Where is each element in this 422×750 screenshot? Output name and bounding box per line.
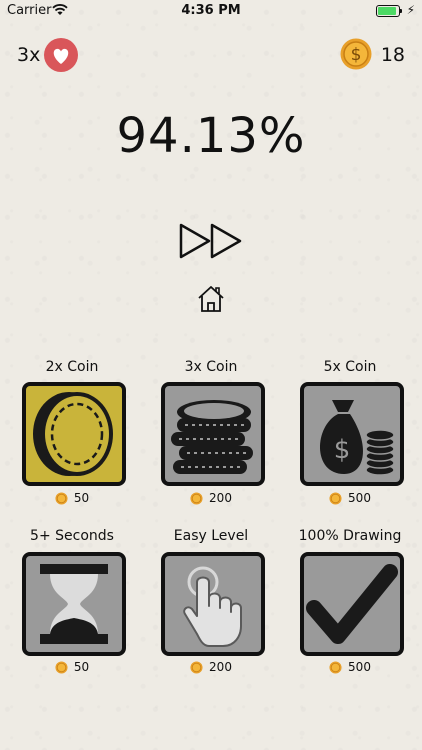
coin-icon xyxy=(190,492,203,505)
price-value: 50 xyxy=(73,491,90,505)
battery-icon xyxy=(376,5,402,17)
shop-item-100-drawing[interactable] xyxy=(300,552,404,656)
price-easy-level: 200 xyxy=(161,660,261,674)
coin-icon xyxy=(55,492,68,505)
price-2x-coin: 50 xyxy=(22,491,122,505)
price-5-seconds: 50 xyxy=(22,660,122,674)
price-value: 200 xyxy=(209,491,232,505)
coin-icon xyxy=(329,492,342,505)
price-3x-coin: 200 xyxy=(161,491,261,505)
svg-text:$: $ xyxy=(334,435,351,465)
item-label-5x-coin: 5x Coin xyxy=(323,359,377,375)
charging-icon: ⚡ xyxy=(406,3,415,17)
price-value: 500 xyxy=(348,491,371,505)
svg-text:$: $ xyxy=(351,45,362,65)
heart-icon[interactable] xyxy=(44,38,78,72)
gold-coin-icon xyxy=(33,392,113,476)
price-value: 500 xyxy=(348,660,371,674)
shop-item-5-seconds[interactable] xyxy=(22,552,126,656)
pointing-hand-icon xyxy=(183,566,242,647)
checkmark-icon xyxy=(306,564,398,644)
coin-count: 18 xyxy=(380,44,405,66)
progress-percent: 94.13% xyxy=(116,108,306,164)
fast-forward-button[interactable] xyxy=(178,222,244,260)
clock: 4:36 PM xyxy=(181,3,241,18)
shop-item-2x-coin[interactable] xyxy=(22,382,126,486)
item-label-2x-coin: 2x Coin xyxy=(45,359,99,375)
shop-item-5x-coin[interactable]: $ xyxy=(300,382,404,486)
coin-icon xyxy=(55,661,68,674)
money-bag-icon: $ xyxy=(319,400,395,476)
price-100-drawing: 500 xyxy=(300,660,400,674)
lives-count: 3x xyxy=(17,44,41,66)
item-label-3x-coin: 3x Coin xyxy=(184,359,238,375)
coin-icon xyxy=(329,661,342,674)
shop-item-3x-coin[interactable] xyxy=(161,382,265,486)
home-button[interactable] xyxy=(196,284,226,314)
item-label-5-seconds: 5+ Seconds xyxy=(30,528,114,544)
item-label-100-drawing: 100% Drawing xyxy=(298,528,402,544)
hourglass-icon xyxy=(40,564,108,644)
price-value: 50 xyxy=(73,660,90,674)
coin-stack-icon xyxy=(171,400,253,474)
coin-icon xyxy=(190,661,203,674)
coin-icon: $ xyxy=(340,38,372,70)
item-label-easy-level: Easy Level xyxy=(173,528,249,544)
status-bar: Carrier 4:36 PM ⚡ xyxy=(0,0,422,22)
price-value: 200 xyxy=(209,660,232,674)
price-5x-coin: 500 xyxy=(300,491,400,505)
shop-item-easy-level[interactable] xyxy=(161,552,265,656)
